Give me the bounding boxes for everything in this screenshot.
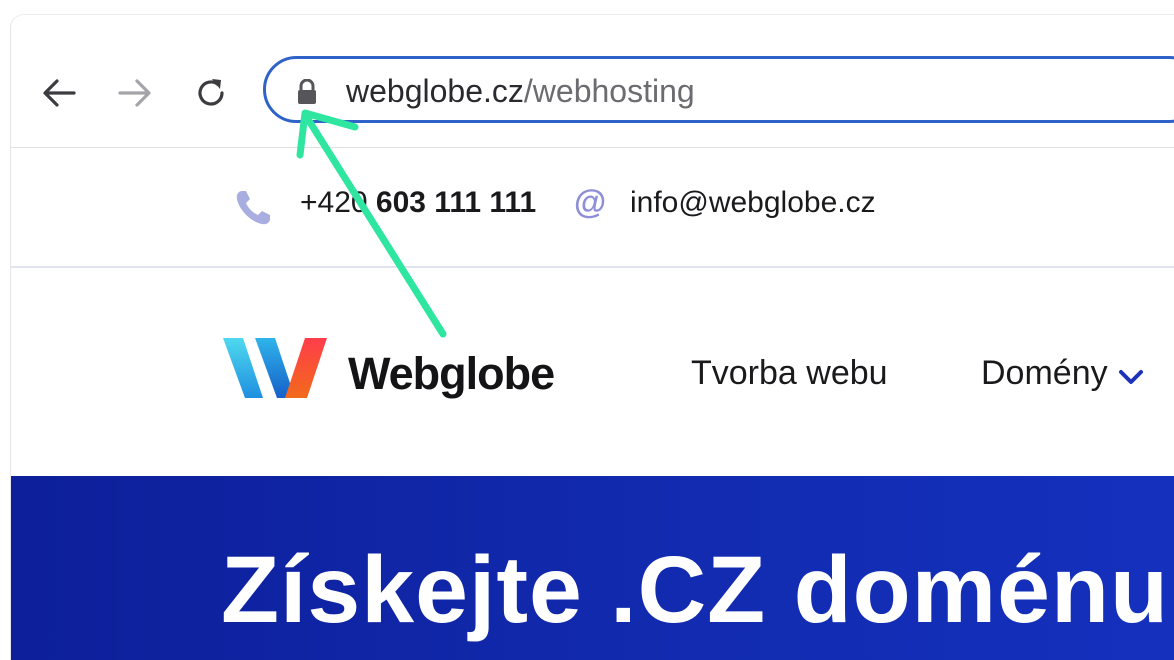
hero-banner: Získejte .CZ doménu bbox=[11, 476, 1174, 660]
contact-bar: +420 603 111 111 @ info@webglobe.cz bbox=[11, 148, 1174, 268]
forward-arrow-icon bbox=[118, 79, 151, 107]
chevron-down-icon bbox=[1118, 356, 1144, 395]
browser-toolbar: webglobe.cz/webhosting bbox=[11, 15, 1174, 148]
lock-icon[interactable] bbox=[296, 78, 318, 110]
reload-button[interactable] bbox=[191, 73, 231, 113]
nav-tvorba-webu[interactable]: Tvorba webu bbox=[691, 354, 888, 393]
url-domain: webglobe.cz bbox=[346, 73, 524, 109]
forward-button[interactable] bbox=[115, 73, 155, 113]
phone-icon bbox=[233, 188, 273, 233]
hero-title: Získejte .CZ doménu bbox=[221, 537, 1170, 643]
url-path: /webhosting bbox=[523, 73, 695, 109]
back-arrow-icon bbox=[43, 79, 76, 107]
back-button[interactable] bbox=[39, 73, 79, 113]
at-icon: @ bbox=[574, 183, 607, 220]
nav-domeny[interactable]: Domény bbox=[981, 354, 1144, 395]
phone-link[interactable]: +420 603 111 111 bbox=[300, 186, 536, 220]
webglobe-logo-icon[interactable] bbox=[221, 330, 336, 413]
address-bar[interactable]: webglobe.cz/webhosting bbox=[263, 56, 1174, 123]
reload-icon bbox=[198, 79, 224, 106]
email-link[interactable]: info@webglobe.cz bbox=[630, 186, 876, 220]
url-text[interactable]: webglobe.cz/webhosting bbox=[346, 73, 695, 109]
phone-prefix: +420 bbox=[300, 186, 376, 219]
logo-text[interactable]: Webglobe bbox=[348, 348, 555, 400]
phone-number: 603 111 111 bbox=[375, 186, 537, 219]
nav-domeny-label: Domény bbox=[981, 354, 1108, 392]
site-header: Webglobe Tvorba webu Domény bbox=[11, 268, 1174, 476]
browser-window: webglobe.cz/webhosting +420 603 111 111 … bbox=[10, 14, 1174, 660]
